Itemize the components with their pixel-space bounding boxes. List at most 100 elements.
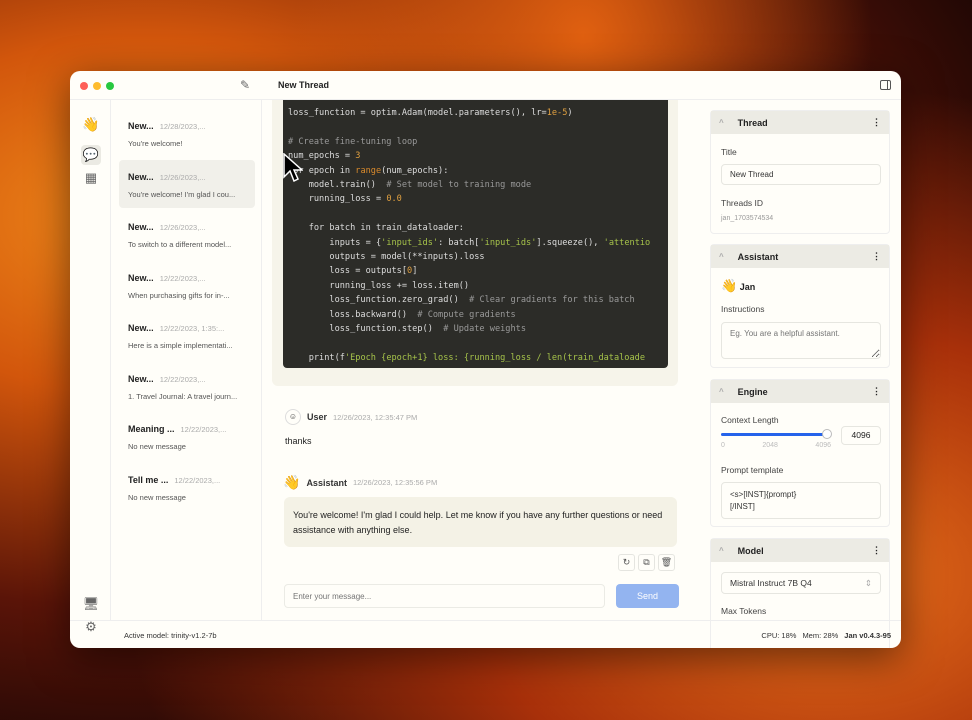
code-line: loss_function.step() # Update weights xyxy=(288,324,527,335)
assistant-section-header[interactable]: ^ Assistant ⋮ xyxy=(711,245,889,268)
cursor-arrow-icon xyxy=(283,152,304,183)
context-length-input[interactable]: 4096 xyxy=(841,426,881,445)
thread-title-text: Meaning ... xyxy=(128,424,175,434)
thread-date: 12/28/2023,... xyxy=(159,122,206,131)
context-length-label: Context Length xyxy=(721,415,779,425)
active-model: Active model: trinity-v1.2-7b xyxy=(124,631,217,640)
title-label: Title xyxy=(721,147,737,157)
minimize-window-button[interactable] xyxy=(93,82,101,90)
more-vertical-icon[interactable]: ⋮ xyxy=(872,386,881,397)
section-title: Engine xyxy=(737,386,768,397)
chevron-up-icon: ^ xyxy=(719,387,724,396)
code-line: num_epochs = 3 xyxy=(288,151,361,162)
more-vertical-icon[interactable]: ⋮ xyxy=(872,117,881,128)
thread-item[interactable]: Tell me ... 12/22/2023,... No new message xyxy=(119,463,255,511)
chat-icon[interactable]: 💬 xyxy=(81,145,101,165)
tick-label: 0 xyxy=(721,442,725,449)
thread-item[interactable]: New... 12/22/2023,... When purchasing gift… xyxy=(119,261,255,309)
maximize-window-button[interactable] xyxy=(106,82,114,90)
toggle-panel-icon[interactable] xyxy=(880,80,891,90)
slider-thumb[interactable] xyxy=(822,429,832,439)
message-actions: ↻ ⧉ 🗑 xyxy=(618,554,675,571)
assistant-section: ^ Assistant ⋮ 👋 Jan Instructions xyxy=(710,244,890,368)
assistant-avatar-icon: 👋 xyxy=(283,474,301,490)
code-line: outputs = model(**inputs).loss xyxy=(288,252,485,263)
thread-title-text: New... xyxy=(128,272,154,283)
model-select[interactable]: Mistral Instruct 7B Q4 ⇕ xyxy=(721,572,881,594)
chat-area: loss_function = optim.Adam(model.paramet… xyxy=(262,100,700,620)
model-section-header[interactable]: ^ Model ⋮ xyxy=(711,539,889,562)
thread-item[interactable]: New... 12/28/2023,... You're welcome! xyxy=(119,109,255,157)
user-message-text: thanks xyxy=(285,436,312,446)
thread-title: New... 12/28/2023,... xyxy=(128,121,246,131)
code-line: # Create fine-tuning loop xyxy=(288,136,418,147)
slider-fill xyxy=(721,433,827,436)
monitor-icon[interactable]: 🖥 xyxy=(81,594,101,614)
more-vertical-icon[interactable]: ⋮ xyxy=(872,251,881,262)
assistant-name-text: Jan xyxy=(739,282,756,292)
user-message-header: ☺ User 12/26/2023, 12:35:47 PM xyxy=(285,409,417,425)
thread-title-text: New... xyxy=(128,121,154,131)
code-line: running_loss += loss.item() xyxy=(288,280,470,291)
close-window-button[interactable] xyxy=(80,82,88,90)
thread-item[interactable]: New... 12/26/2023,... You're welcome! I'm … xyxy=(119,159,255,208)
user-avatar-icon: ☺ xyxy=(285,409,301,425)
message-input[interactable] xyxy=(284,584,605,608)
assistant-hand-icon: 👋 xyxy=(721,278,738,293)
thread-title-input[interactable] xyxy=(721,164,881,185)
thread-section: ^ Thread ⋮ Title Threads ID jan_1703574534 xyxy=(710,110,890,234)
thread-preview: 1. Travel Journal: A travel journ... xyxy=(128,391,238,401)
thread-title-text: Tell me ... xyxy=(128,474,169,485)
thread-section-header[interactable]: ^ Thread ⋮ xyxy=(711,111,889,134)
assistant-name: 👋 Jan xyxy=(721,278,755,294)
context-length-slider[interactable] xyxy=(721,429,832,439)
message-author: User xyxy=(307,412,328,422)
instructions-textarea[interactable] xyxy=(721,322,881,359)
message-time: 12/26/2023, 12:35:47 PM xyxy=(333,412,418,422)
chevron-up-icon: ^ xyxy=(719,252,724,261)
code-line: loss_function = optim.Adam(model.paramet… xyxy=(288,108,573,118)
hub-grid-icon[interactable]: ▦ xyxy=(81,168,101,188)
model-select-value: Mistral Instruct 7B Q4 xyxy=(730,578,812,588)
thread-title-text: New... xyxy=(128,373,154,384)
code-line: loss.backward() # Compute gradients xyxy=(288,309,516,320)
thread-preview: No new message xyxy=(128,492,186,502)
prompt-template-textarea[interactable]: <s>[INST]{prompt} [/INST] xyxy=(721,482,881,519)
cpu-usage: CPU: 18% xyxy=(761,631,797,640)
section-title: Assistant xyxy=(737,251,779,262)
copy-icon[interactable]: ⧉ xyxy=(638,554,655,571)
code-block: loss_function = optim.Adam(model.paramet… xyxy=(283,100,668,368)
threads-id-value: jan_1703574534 xyxy=(721,215,774,222)
settings-panel: ^ Thread ⋮ Title Threads ID jan_1703574534… xyxy=(708,100,893,648)
code-line: for epoch in range(num_epochs): xyxy=(288,165,449,176)
thread-title: New... 12/22/2023, 1:35:... xyxy=(128,323,246,333)
prompt-template-label: Prompt template xyxy=(721,465,784,475)
thread-date: 12/26/2023,... xyxy=(159,223,206,232)
thread-date: 12/22/2023,... xyxy=(174,475,221,485)
new-thread-icon[interactable]: ✎ xyxy=(240,78,250,92)
regenerate-icon[interactable]: ↻ xyxy=(618,554,635,571)
thread-preview: You're welcome! xyxy=(128,139,183,148)
thread-title: New... 12/26/2023,... xyxy=(128,172,246,182)
thread-title-text: New... xyxy=(128,323,154,333)
thread-item[interactable]: New... 12/22/2023, 1:35:... Here is a simp… xyxy=(119,311,255,359)
engine-section-header[interactable]: ^ Engine ⋮ xyxy=(711,380,889,403)
code-line: model.train() # Set model to training mo… xyxy=(288,180,532,191)
thread-date: 12/26/2023,... xyxy=(159,172,206,182)
engine-section: ^ Engine ⋮ Context Length 0 2048 4096 4096 P… xyxy=(710,379,890,527)
thread-date: 12/22/2023,... xyxy=(159,273,206,283)
send-button[interactable]: Send xyxy=(616,584,679,608)
slider-ticks: 0 2048 4096 xyxy=(721,442,831,449)
more-vertical-icon[interactable]: ⋮ xyxy=(872,545,881,556)
status-bar: Active model: trinity-v1.2-7b CPU: 18% M… xyxy=(70,620,901,648)
code-line: inputs = {'input_ids': batch['input_ids'… xyxy=(288,237,651,248)
delete-icon[interactable]: 🗑 xyxy=(658,554,675,571)
thread-list: New... 12/28/2023,... You're welcome! New..… xyxy=(111,100,262,620)
thread-item[interactable]: Meaning ... 12/22/2023,... No new message xyxy=(119,412,255,460)
thread-item[interactable]: New... 12/26/2023,... To switch to a diffe… xyxy=(119,210,255,258)
thread-item[interactable]: New... 12/22/2023,... 1. Travel Journal: A… xyxy=(119,362,255,410)
thread-preview: Here is a simple implementati... xyxy=(128,341,233,350)
